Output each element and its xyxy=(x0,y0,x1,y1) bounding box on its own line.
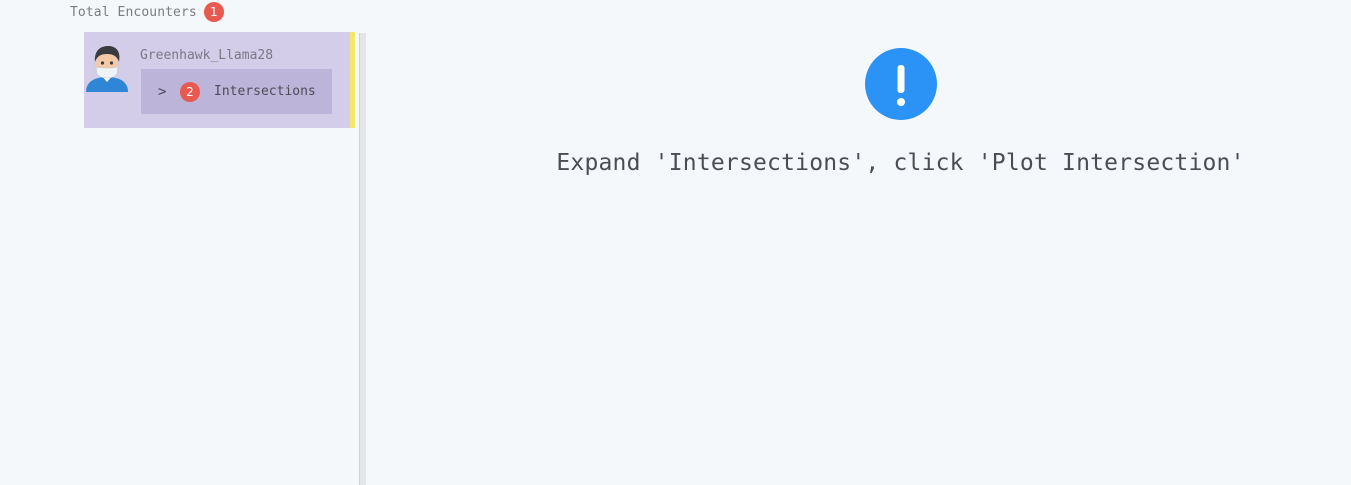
encounter-count-badge: 1 xyxy=(203,2,224,22)
intersections-label: Intersections xyxy=(214,84,316,99)
panel-divider[interactable] xyxy=(359,33,366,485)
step-number-badge: 2 xyxy=(180,81,200,102)
instruction-text: Expand 'Intersections', click 'Plot Inte… xyxy=(556,150,1245,176)
exclamation-circle-icon xyxy=(865,48,937,120)
intersections-expander[interactable]: > 2 Intersections xyxy=(141,69,332,114)
total-encounters-header: Total Encounters 1 xyxy=(70,2,224,22)
total-encounters-label: Total Encounters xyxy=(70,4,197,20)
card-accent-bar xyxy=(350,32,355,128)
chevron-right-icon: > xyxy=(158,83,167,100)
masked-person-avatar-icon xyxy=(86,46,128,92)
encounter-user-name: Greenhawk_Llama28 xyxy=(140,48,274,63)
main-content-area xyxy=(366,0,1351,485)
